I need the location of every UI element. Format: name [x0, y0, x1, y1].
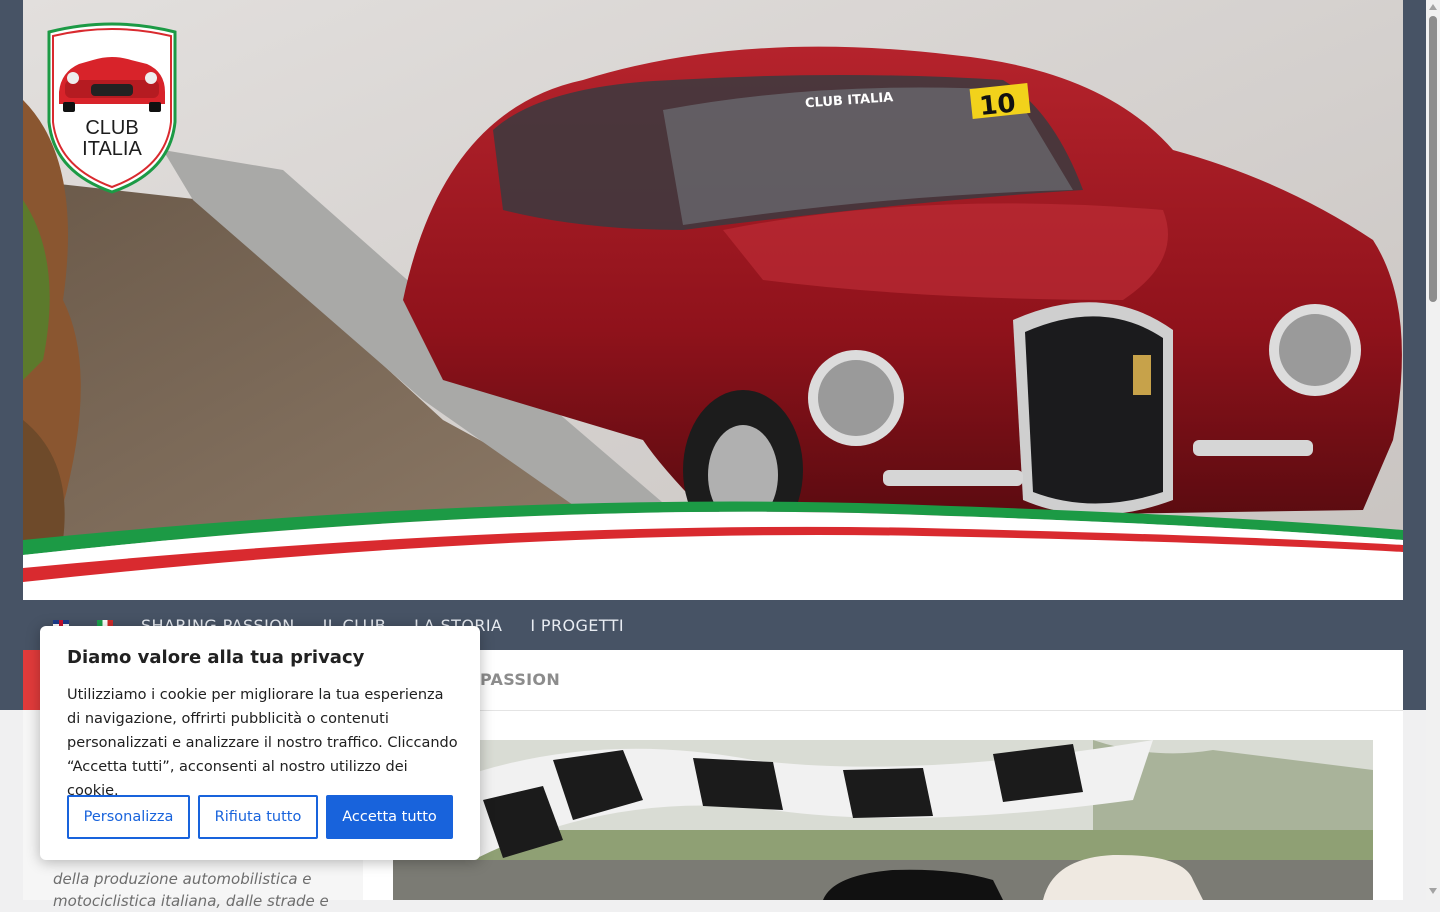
- scroll-down-arrow-icon[interactable]: [1429, 888, 1437, 894]
- hero-car-image: 10 CLUB ITALIA: [23, 0, 1403, 600]
- accept-all-button[interactable]: Accetta tutto: [326, 795, 453, 839]
- page-scrollbar[interactable]: [1426, 0, 1440, 900]
- sidebar-intro-text: della produzione automobilistica e motoc…: [53, 870, 329, 910]
- customize-button[interactable]: Personalizza: [67, 795, 190, 839]
- racing-flag-photo: [393, 740, 1373, 900]
- scroll-up-arrow-icon[interactable]: [1429, 4, 1437, 10]
- cookie-title: Diamo valore alla tua privacy: [67, 647, 365, 668]
- reject-all-button[interactable]: Rifiuta tutto: [198, 795, 318, 839]
- scrollbar-thumb[interactable]: [1429, 16, 1437, 302]
- nav-item-i-progetti[interactable]: I PROGETTI: [530, 616, 624, 635]
- logo-text-italia: ITALIA: [82, 138, 142, 160]
- cookie-description: Utilizziamo i cookie per migliorare la t…: [67, 687, 458, 799]
- page-title: PASSION: [480, 670, 561, 689]
- hero-banner: 10 CLUB ITALIA CLUB ITALIA: [23, 0, 1403, 600]
- cookie-consent-dialog: Diamo valore alla tua privacy Utilizziam…: [40, 626, 480, 860]
- race-number-sticker: 10: [978, 88, 1017, 122]
- main-article-image: [393, 740, 1373, 900]
- club-italia-logo[interactable]: CLUB ITALIA: [45, 22, 179, 194]
- logo-shield-icon: CLUB ITALIA: [47, 22, 177, 194]
- logo-text-club: CLUB: [85, 117, 138, 139]
